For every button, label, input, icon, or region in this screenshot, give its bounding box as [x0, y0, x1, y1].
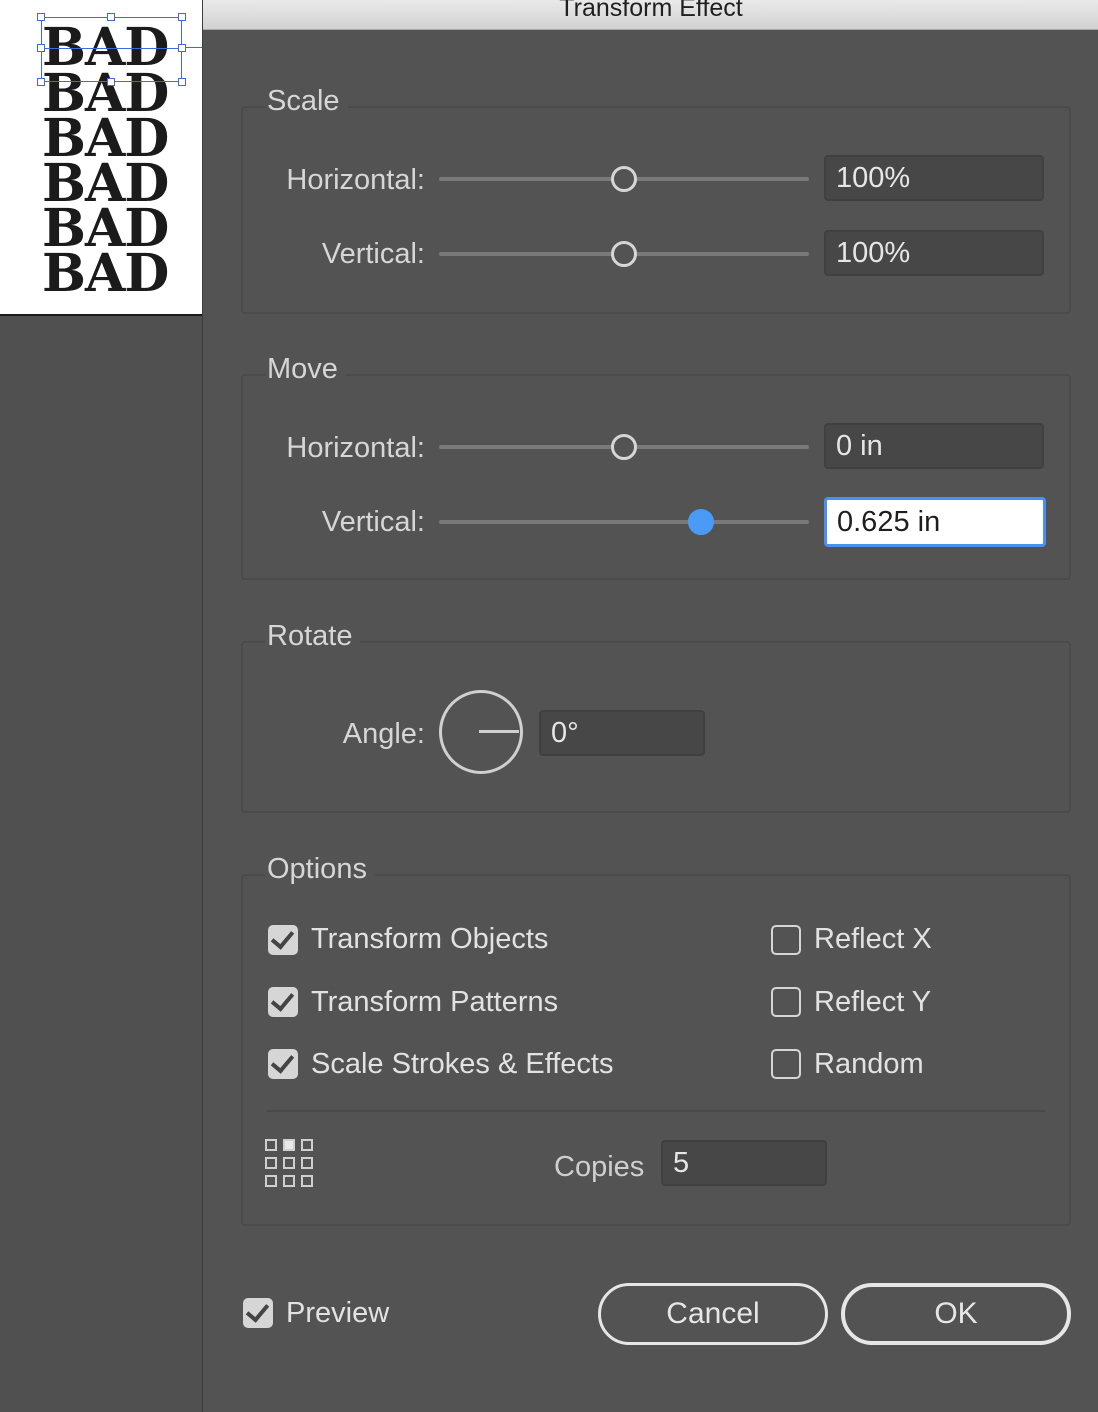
move-vertical-slider[interactable]: [439, 520, 809, 524]
copies-label: Copies: [554, 1151, 645, 1183]
selection-handle[interactable]: [37, 44, 45, 52]
artwork-text-copy: BAD: [42, 243, 169, 304]
ok-button[interactable]: OK: [841, 1283, 1071, 1345]
artboard[interactable]: BAD BAD BAD BAD BAD BAD: [0, 0, 202, 316]
reflect-y-label[interactable]: Reflect Y: [814, 985, 931, 1019]
reference-point-cell[interactable]: [265, 1139, 277, 1151]
scale-horizontal-field[interactable]: [824, 155, 1044, 201]
selection-handle[interactable]: [107, 13, 115, 21]
scale-strokes-label[interactable]: Scale Strokes & Effects: [311, 1047, 614, 1081]
move-horizontal-field[interactable]: [824, 423, 1044, 469]
scale-strokes-checkbox[interactable]: [268, 1049, 298, 1079]
selection-handle[interactable]: [178, 78, 186, 86]
scale-vertical-field[interactable]: [824, 230, 1044, 276]
reference-point-cell[interactable]: [265, 1157, 277, 1169]
transform-patterns-checkbox[interactable]: [268, 987, 298, 1017]
preview-checkbox[interactable]: [243, 1298, 273, 1328]
reference-point-cell[interactable]: [265, 1175, 277, 1187]
transform-effect-dialog: Transform Effect Scale Horizontal: Verti…: [202, 0, 1098, 1412]
reference-point-cell[interactable]: [301, 1157, 313, 1169]
random-label[interactable]: Random: [814, 1047, 924, 1081]
move-horizontal-label: Horizontal:: [286, 432, 425, 464]
options-group: Options Transform Objects Transform Patt…: [241, 852, 1071, 1226]
move-vertical-slider-knob[interactable]: [688, 509, 714, 535]
scale-vertical-label: Vertical:: [321, 238, 425, 270]
move-vertical-field[interactable]: [824, 497, 1046, 547]
move-group: Move Horizontal: Vertical:: [241, 352, 1071, 580]
move-group-title: Move: [265, 352, 346, 386]
rotate-group: Rotate Angle:: [241, 619, 1071, 813]
random-checkbox[interactable]: [771, 1049, 801, 1079]
copies-field[interactable]: [661, 1140, 827, 1186]
move-horizontal-slider-knob[interactable]: [611, 434, 637, 460]
angle-dial-indicator: [479, 730, 519, 733]
scale-horizontal-slider-knob[interactable]: [611, 166, 637, 192]
selection-handle[interactable]: [37, 78, 45, 86]
cancel-button[interactable]: Cancel: [598, 1283, 828, 1345]
reference-point-cell-selected[interactable]: [283, 1139, 295, 1151]
selection-handle[interactable]: [107, 78, 115, 86]
selection-center-line: [41, 48, 182, 49]
reflect-y-checkbox[interactable]: [771, 987, 801, 1017]
scale-vertical-slider-knob[interactable]: [611, 241, 637, 267]
checkmark-icon: [270, 987, 295, 1012]
scale-group: Scale Horizontal: Vertical:: [241, 84, 1071, 314]
transform-objects-checkbox[interactable]: [268, 925, 298, 955]
selection-handle[interactable]: [178, 44, 186, 52]
reflect-x-label[interactable]: Reflect X: [814, 922, 932, 956]
canvas-area: BAD BAD BAD BAD BAD BAD: [0, 0, 202, 1412]
rotate-angle-field[interactable]: [539, 710, 705, 756]
angle-dial[interactable]: [439, 690, 523, 774]
rotate-angle-label: Angle:: [342, 718, 425, 750]
selection-handle[interactable]: [178, 13, 186, 21]
reference-point-icon[interactable]: [265, 1139, 313, 1187]
reflect-x-checkbox[interactable]: [771, 925, 801, 955]
checkmark-icon: [245, 1298, 270, 1323]
checkmark-icon: [270, 1049, 295, 1074]
options-divider: [267, 1110, 1045, 1112]
dialog-title: Transform Effect: [559, 0, 743, 22]
reference-point-cell[interactable]: [283, 1175, 295, 1187]
selection-bounding-box[interactable]: [41, 17, 182, 82]
reference-point-cell[interactable]: [301, 1139, 313, 1151]
selection-handle[interactable]: [37, 13, 45, 21]
reference-point-cell[interactable]: [283, 1157, 295, 1169]
checkmark-icon: [270, 925, 295, 950]
scale-horizontal-label: Horizontal:: [286, 164, 425, 196]
rotate-group-title: Rotate: [265, 619, 361, 653]
options-group-title: Options: [265, 852, 375, 886]
reference-point-cell[interactable]: [301, 1175, 313, 1187]
move-vertical-label: Vertical:: [321, 506, 425, 538]
transform-objects-label[interactable]: Transform Objects: [311, 922, 548, 956]
scale-group-title: Scale: [265, 84, 348, 118]
preview-label[interactable]: Preview: [286, 1296, 389, 1330]
transform-patterns-label[interactable]: Transform Patterns: [311, 985, 558, 1019]
dialog-titlebar[interactable]: Transform Effect: [203, 0, 1098, 30]
